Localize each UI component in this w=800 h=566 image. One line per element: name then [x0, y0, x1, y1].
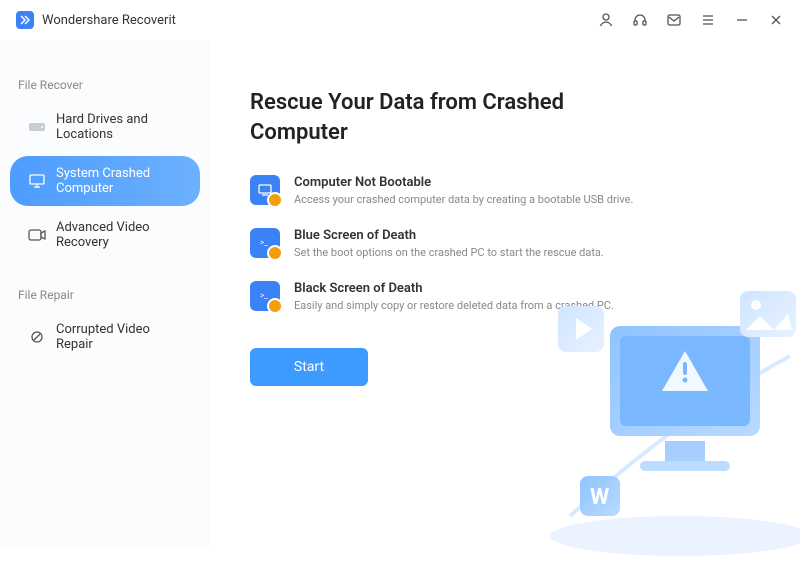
app-brand: Wondershare Recoverit [16, 11, 176, 29]
feature-title: Black Screen of Death [294, 281, 614, 296]
main-content: Rescue Your Data from Crashed Computer C… [210, 40, 800, 546]
blue-screen-icon: >_ [250, 228, 280, 258]
sidebar-item-label: Advanced Video Recovery [56, 220, 182, 250]
monitor-icon [28, 172, 46, 190]
sidebar-item-corrupted-video[interactable]: Corrupted Video Repair [10, 312, 200, 362]
sidebar-section-label: File Repair [0, 282, 210, 308]
video-icon [28, 226, 46, 244]
drive-icon [28, 118, 46, 136]
sidebar-item-crashed-computer[interactable]: System Crashed Computer [10, 156, 200, 206]
start-button[interactable]: Start [250, 348, 368, 386]
feature-text: Black Screen of Death Easily and simply … [294, 281, 614, 312]
sidebar-item-label: System Crashed Computer [56, 166, 182, 196]
sidebar-item-video-recovery[interactable]: Advanced Video Recovery [10, 210, 200, 260]
feature-text: Blue Screen of Death Set the boot option… [294, 228, 604, 259]
computer-not-bootable-icon [250, 175, 280, 205]
app-title: Wondershare Recoverit [42, 13, 176, 28]
sidebar: File Recover Hard Drives and Locations S… [0, 40, 210, 546]
feature-desc: Access your crashed computer data by cre… [294, 193, 633, 206]
app-body: File Recover Hard Drives and Locations S… [0, 40, 800, 546]
page-title: Rescue Your Data from Crashed Computer [250, 88, 590, 147]
feature-item: Computer Not Bootable Access your crashe… [250, 175, 760, 206]
wrench-icon [28, 328, 46, 346]
sidebar-item-hard-drives[interactable]: Hard Drives and Locations [10, 102, 200, 152]
menu-icon[interactable] [700, 12, 716, 28]
svg-text:>_: >_ [260, 238, 268, 247]
black-screen-icon: >_ [250, 281, 280, 311]
feature-list: Computer Not Bootable Access your crashe… [250, 175, 760, 312]
feature-title: Computer Not Bootable [294, 175, 633, 190]
feature-text: Computer Not Bootable Access your crashe… [294, 175, 633, 206]
user-icon[interactable] [598, 12, 614, 28]
app-logo-icon [16, 11, 34, 29]
svg-text:W: W [590, 485, 609, 510]
svg-text:>_: >_ [260, 291, 268, 300]
feature-item: >_ Blue Screen of Death Set the boot opt… [250, 228, 760, 259]
close-icon[interactable] [768, 12, 784, 28]
sidebar-item-label: Corrupted Video Repair [56, 322, 182, 352]
mail-icon[interactable] [666, 12, 682, 28]
feature-desc: Set the boot options on the crashed PC t… [294, 246, 604, 259]
feature-desc: Easily and simply copy or restore delete… [294, 299, 614, 312]
sidebar-section-label: File Recover [0, 72, 210, 98]
sidebar-item-label: Hard Drives and Locations [56, 112, 182, 142]
minimize-icon[interactable] [734, 12, 750, 28]
feature-item: >_ Black Screen of Death Easily and simp… [250, 281, 760, 312]
headset-icon[interactable] [632, 12, 648, 28]
titlebar: Wondershare Recoverit [0, 0, 800, 40]
feature-title: Blue Screen of Death [294, 228, 604, 243]
titlebar-actions [598, 12, 784, 28]
